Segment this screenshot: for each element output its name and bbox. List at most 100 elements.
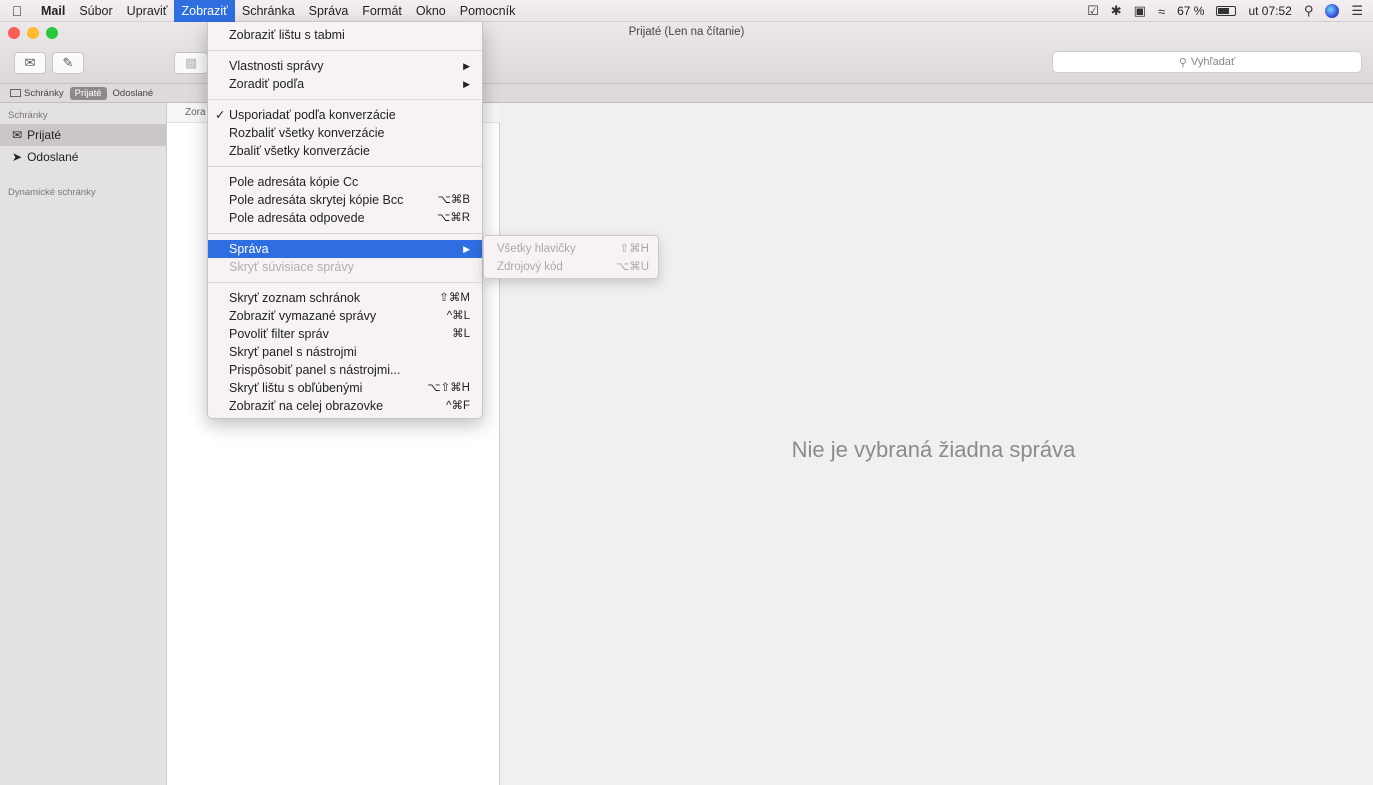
checkmark-icon: ✓ — [215, 108, 226, 122]
menu-item-shortcut: ^⌘F — [446, 400, 470, 412]
menu-item-label: Skryť lištu s obľúbenými — [229, 381, 363, 395]
menu-item-label: Usporiadať podľa konverzácie — [229, 108, 396, 122]
sidebar-smart-mailboxes-header[interactable]: Dynamické schránky — [0, 180, 166, 201]
menu-edit[interactable]: Upraviť — [120, 0, 175, 22]
menu-window[interactable]: Okno — [409, 0, 453, 22]
menu-item[interactable]: Pole adresáta kópie Cc — [208, 173, 482, 191]
view-menu: Zobraziť lištu s tabmi Vlastnosti správy ▶… — [207, 22, 483, 419]
menu-item: Skryť súvisiace správy — [208, 258, 482, 276]
menu-item-shortcut: ⇧⌘M — [439, 292, 470, 304]
envelope-icon: ✉ — [24, 55, 36, 70]
menu-item-shortcut: ⌥⌘R — [436, 212, 470, 224]
check-circle-icon[interactable]: ☑ — [1087, 3, 1099, 19]
menu-item[interactable]: Zoradiť podľa ▶ — [208, 75, 482, 93]
menu-separator — [208, 166, 482, 167]
menu-mailbox[interactable]: Schránka — [235, 0, 302, 22]
menu-item-label: Skryť zoznam schránok — [229, 291, 361, 305]
submenu-arrow-icon: ▶ — [463, 244, 470, 254]
submenu-item-raw-source[interactable]: Zdrojový kód ⌥⌘U — [484, 258, 658, 276]
sidebar-toggle-icon — [10, 89, 21, 97]
menu-separator — [208, 99, 482, 100]
message-submenu: Všetky hlavičky ⇧⌘H Zdrojový kód ⌥⌘U — [483, 235, 659, 279]
menu-item[interactable]: Skryť panel s nástrojmi — [208, 343, 482, 361]
battery-icon[interactable] — [1216, 6, 1237, 16]
menu-item-label: Skryť súvisiace správy — [229, 260, 354, 274]
favorites-mailboxes-button[interactable]: Schránky — [10, 88, 64, 99]
status-area: ☑ ✱ ▣ ≈ 67 % ut 07:52 ⚲ ☰ — [1087, 0, 1363, 22]
menu-item-label: Pole adresáta skrytej kópie Bcc — [229, 193, 404, 207]
sidebar-item-inbox[interactable]: ✉ Prijaté — [0, 124, 166, 146]
menu-item-label: Správa — [229, 242, 269, 256]
menu-item-label: Zobraziť na celej obrazovke — [229, 399, 384, 413]
menu-format[interactable]: Formát — [355, 0, 409, 22]
menu-item[interactable]: Správa ▶ — [208, 240, 482, 258]
submenu-arrow-icon: ▶ — [463, 61, 470, 71]
siri-icon[interactable] — [1325, 4, 1340, 18]
compose-button[interactable]: ✎ — [52, 52, 84, 74]
menu-item[interactable]: Povoliť filter správ ⌘L — [208, 325, 482, 343]
mailbox-sidebar: Schránky ✉ Prijaté ➤ Odoslané Dynamické … — [0, 103, 167, 785]
bluetooth-icon[interactable]: ✱ — [1111, 3, 1122, 19]
paper-plane-icon: ➤ — [12, 150, 23, 164]
menu-item-shortcut: ⌥⌘B — [437, 194, 470, 206]
menu-item-label: Zbaliť všetky konverzácie — [229, 144, 370, 158]
display-icon[interactable]: ▣ — [1134, 3, 1146, 19]
menu-item[interactable]: ✓ Usporiadať podľa konverzácie — [208, 106, 482, 124]
menu-item-label: Pole adresáta odpovede — [229, 211, 365, 225]
menu-item[interactable]: Prispôsobiť panel s nástrojmi... — [208, 361, 482, 379]
menu-separator — [208, 282, 482, 283]
menu-item[interactable]: Skryť lištu s obľúbenými ⌥⇧⌘H — [208, 379, 482, 397]
menu-item-label: Prispôsobiť panel s nástrojmi... — [229, 363, 401, 377]
menu-separator — [208, 233, 482, 234]
menu-item[interactable]: Zobraziť lištu s tabmi — [208, 26, 482, 44]
menu-item-label: Rozbaliť všetky konverzácie — [229, 126, 385, 140]
menu-item[interactable]: Rozbaliť všetky konverzácie — [208, 124, 482, 142]
sidebar-header[interactable]: Schránky — [0, 103, 166, 124]
menu-item[interactable]: Zobraziť na celej obrazovke ^⌘F — [208, 397, 482, 415]
favorites-sent-button[interactable]: Odoslané — [113, 88, 154, 99]
favorites-inbox-button[interactable]: Prijaté — [69, 86, 107, 100]
menu-item[interactable]: Pole adresáta odpovede ⌥⌘R — [208, 209, 482, 227]
archive-button[interactable]: ▩ — [174, 52, 208, 74]
favorites-bar: Schránky Prijaté Odoslané — [0, 84, 1373, 103]
archive-icon: ▩ — [184, 55, 198, 70]
menu-item[interactable]: Pole adresáta skrytej kópie Bcc ⌥⌘B — [208, 191, 482, 209]
menu-view[interactable]: Zobraziť — [174, 0, 235, 22]
menu-item-shortcut: ⌘L — [452, 328, 470, 340]
menu-item[interactable]: Vlastnosti správy ▶ — [208, 57, 482, 75]
wifi-icon[interactable]: ≈ — [1158, 4, 1165, 19]
message-viewer: Nie je vybraná žiadna správa — [500, 103, 1373, 785]
menu-item[interactable]: Zbaliť všetky konverzácie — [208, 142, 482, 160]
menu-item-label: Zobraziť lištu s tabmi — [229, 28, 345, 42]
sidebar-item-sent[interactable]: ➤ Odoslané — [0, 146, 166, 168]
search-placeholder: Vyhľadať — [1190, 56, 1236, 68]
submenu-arrow-icon: ▶ — [463, 79, 470, 89]
menu-item-label: Zoradiť podľa — [229, 77, 305, 91]
menu-item[interactable]: Zobraziť vymazané správy ^⌘L — [208, 307, 482, 325]
menu-item-label: Vlastnosti správy — [229, 59, 324, 73]
search-field[interactable]: ⚲ Vyhľadať — [1052, 51, 1362, 73]
menu-separator — [208, 50, 482, 51]
search-icon: ⚲ — [1178, 56, 1187, 69]
notification-center-icon[interactable]: ☰ — [1351, 3, 1363, 19]
menu-item-label: Skryť panel s nástrojmi — [229, 345, 357, 359]
window-title: Prijaté (Len na čítanie) — [628, 26, 745, 38]
menu-help[interactable]: Pomocník — [453, 0, 523, 22]
menu-bar:  Mail Súbor Upraviť Zobraziť Schránka S… — [0, 0, 1373, 22]
window-toolbar: Prijaté (Len na čítanie) ✉ ✎ ▩ ⚲ Vyhľada… — [0, 22, 1373, 84]
spotlight-search-icon[interactable]: ⚲ — [1304, 3, 1314, 19]
battery-percent[interactable]: 67 % — [1177, 4, 1204, 18]
menu-file[interactable]: Súbor — [72, 0, 119, 22]
inbox-icon: ✉ — [12, 128, 23, 142]
no-message-selected-label: Nie je vybraná žiadna správa — [791, 437, 1076, 462]
get-mail-button[interactable]: ✉ — [14, 52, 46, 74]
apple-menu-icon[interactable]:  — [0, 3, 34, 19]
menu-item-label: Pole adresáta kópie Cc — [229, 175, 359, 189]
clock[interactable]: ut 07:52 — [1248, 4, 1291, 18]
menu-item[interactable]: Skryť zoznam schránok ⇧⌘M — [208, 289, 482, 307]
menu-item-label: Zobraziť vymazané správy — [229, 309, 377, 323]
menu-app[interactable]: Mail — [34, 0, 72, 22]
menu-message[interactable]: Správa — [302, 0, 356, 22]
submenu-item-all-headers[interactable]: Všetky hlavičky ⇧⌘H — [484, 240, 658, 258]
menu-item-label: Povoliť filter správ — [229, 327, 329, 341]
